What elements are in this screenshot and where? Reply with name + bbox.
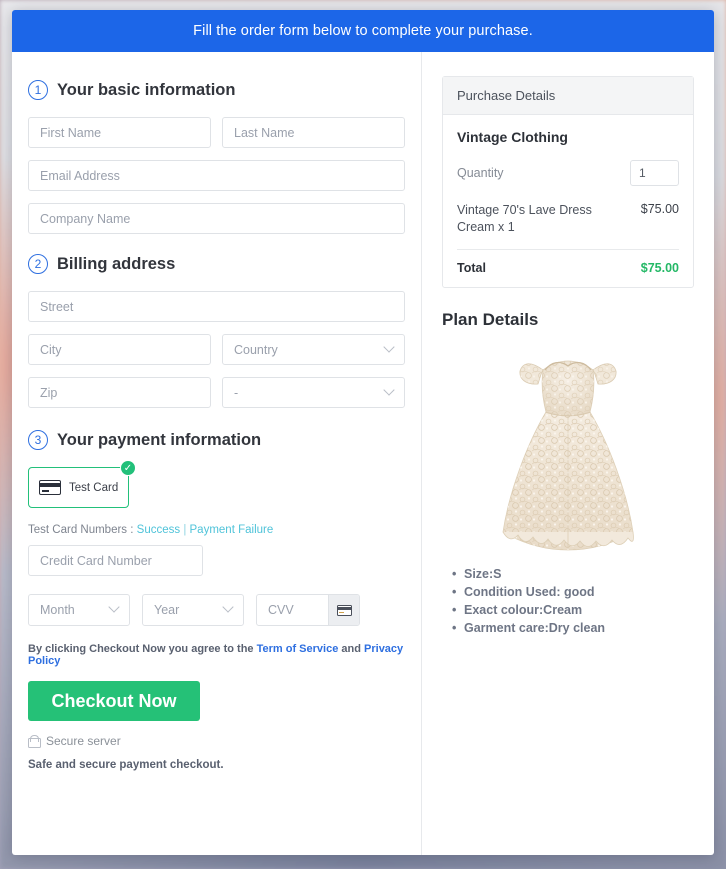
list-item: Size:S <box>452 567 694 581</box>
order-summary-column: Purchase Details Vintage Clothing Quanti… <box>422 52 714 855</box>
lock-icon <box>28 734 41 748</box>
test-card-numbers-line: Test Card Numbers : Success | Payment Fa… <box>28 524 405 536</box>
company-row: Company Name <box>28 203 405 234</box>
line-item-price: $75.00 <box>640 202 679 216</box>
test-card-label: Test Card <box>69 481 119 494</box>
purchase-details-body: Vintage Clothing Quantity 1 Vintage 70's… <box>443 115 693 287</box>
country-select[interactable]: Country <box>222 334 405 365</box>
city-country-row: City Country <box>28 334 405 365</box>
purchase-details-header: Purchase Details <box>443 77 693 115</box>
chevron-down-icon <box>222 601 234 613</box>
link-separator: | <box>180 524 190 536</box>
expiry-cvv-row: Month Year CVV <box>28 594 405 626</box>
test-card-payment-option[interactable]: Test Card ✓ <box>28 460 136 508</box>
secure-server-label: Secure server <box>46 734 121 748</box>
expiry-year-select[interactable]: Year <box>142 594 244 626</box>
order-line-item: Vintage 70's Lave Dress Cream x 1 $75.00 <box>457 202 679 250</box>
cvv-help-button[interactable] <box>328 595 359 625</box>
product-image-wrapper <box>442 340 694 555</box>
plan-details-title: Plan Details <box>442 309 539 329</box>
step-number-2: 2 <box>28 254 48 274</box>
step-number-3: 3 <box>28 430 48 450</box>
terms-middle: and <box>338 643 365 655</box>
chevron-down-icon <box>108 601 120 613</box>
zip-input[interactable]: Zip <box>28 377 211 408</box>
credit-card-icon <box>39 480 61 495</box>
zip-state-row: Zip - <box>28 377 405 408</box>
cvv-input[interactable]: CVV <box>257 595 328 625</box>
line-item-name: Vintage 70's Lave Dress Cream x 1 <box>457 203 592 234</box>
test-card-numbers-label: Test Card Numbers : <box>28 524 137 536</box>
banner-text: Fill the order form below to complete yo… <box>193 23 533 39</box>
chevron-down-icon <box>383 340 395 353</box>
first-name-input[interactable]: First Name <box>28 117 211 148</box>
company-name-input[interactable]: Company Name <box>28 203 405 234</box>
section-header-basic-information: 1 Your basic information <box>28 80 405 100</box>
check-circle-icon: ✓ <box>120 460 136 476</box>
section-header-payment-information: 3 Your payment information <box>28 430 405 450</box>
vintage-cream-lace-dress-image <box>502 360 634 551</box>
order-total-row: Total $75.00 <box>457 261 679 275</box>
plan-detail-bullets: Size:S Condition Used: good Exact colour… <box>442 567 694 635</box>
city-input[interactable]: City <box>28 334 211 365</box>
country-select-value: Country <box>234 342 278 357</box>
quantity-row: Quantity 1 <box>457 160 679 186</box>
checkout-page-card: Fill the order form below to complete yo… <box>12 10 714 855</box>
total-label: Total <box>457 260 486 275</box>
name-row: First Name Last Name <box>28 117 405 148</box>
success-test-card-link[interactable]: Success <box>137 524 180 536</box>
credit-card-number-input[interactable]: Credit Card Number <box>28 545 203 576</box>
list-item: Exact colour:Cream <box>452 603 694 617</box>
purchase-details-card: Purchase Details Vintage Clothing Quanti… <box>442 76 694 288</box>
list-item: Condition Used: good <box>452 585 694 599</box>
expiry-month-select[interactable]: Month <box>28 594 130 626</box>
secure-server-row: Secure server <box>28 734 405 748</box>
checkout-body: 1 Your basic information First Name Last… <box>12 52 714 855</box>
list-item: Garment care:Dry clean <box>452 621 694 635</box>
quantity-input[interactable]: 1 <box>630 160 679 186</box>
section-title-billing-address: Billing address <box>57 254 176 273</box>
section-title-basic-information: Your basic information <box>57 80 236 99</box>
terms-prefix: By clicking Checkout Now you agree to th… <box>28 643 257 655</box>
product-name: Vintage Clothing <box>457 129 568 145</box>
section-title-payment-information: Your payment information <box>57 430 262 449</box>
quantity-label: Quantity <box>457 166 504 180</box>
checkout-form-column: 1 Your basic information First Name Last… <box>12 52 422 855</box>
chevron-down-icon <box>383 383 395 396</box>
terms-agreement-text: By clicking Checkout Now you agree to th… <box>28 643 405 667</box>
step-number-1: 1 <box>28 80 48 100</box>
state-select[interactable]: - <box>222 377 405 408</box>
email-input[interactable]: Email Address <box>28 160 405 191</box>
instruction-banner: Fill the order form below to complete yo… <box>12 10 714 52</box>
state-select-value: - <box>234 385 239 400</box>
expiry-year-value: Year <box>154 603 180 617</box>
last-name-input[interactable]: Last Name <box>222 117 405 148</box>
street-row: Street <box>28 291 405 322</box>
section-header-billing-address: 2 Billing address <box>28 254 405 274</box>
credit-card-icon <box>336 604 352 616</box>
cvv-field-group: CVV <box>256 594 360 626</box>
payment-failure-test-card-link[interactable]: Payment Failure <box>190 524 274 536</box>
email-row: Email Address <box>28 160 405 191</box>
checkout-now-button[interactable]: Checkout Now <box>28 681 200 721</box>
safe-payment-note: Safe and secure payment checkout. <box>28 759 224 771</box>
term-of-service-link[interactable]: Term of Service <box>257 643 339 655</box>
total-amount: $75.00 <box>640 260 679 275</box>
expiry-month-value: Month <box>40 603 75 617</box>
street-input[interactable]: Street <box>28 291 405 322</box>
